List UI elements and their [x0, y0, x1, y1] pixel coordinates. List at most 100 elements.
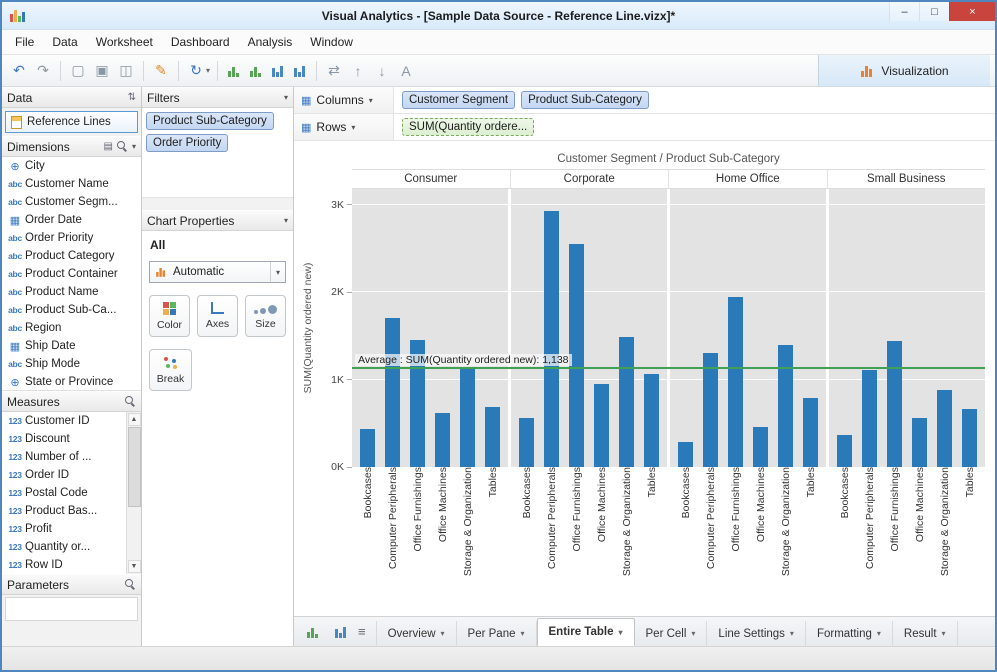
mini-barchart-icon-4[interactable]: [293, 64, 308, 77]
mini-barchart-icon-1[interactable]: [227, 64, 242, 77]
dimension-ship-mode[interactable]: abc Ship Mode: [2, 355, 141, 373]
rows-pill-sum-quantity-ordere[interactable]: SUM(Quantity ordere...: [402, 118, 535, 136]
mini-barchart-icon-2[interactable]: [249, 64, 264, 77]
measures-scrollbar[interactable]: ▲ ▼: [126, 412, 141, 574]
measure-customer-id[interactable]: 123 Customer ID: [2, 412, 126, 430]
filter-pill-order-priority[interactable]: Order Priority: [146, 134, 229, 152]
measure-profit[interactable]: 123 Profit: [2, 520, 126, 538]
format-icon[interactable]: ✎: [150, 60, 172, 82]
dimension-customer-name[interactable]: abc Customer Name: [2, 175, 141, 193]
bar-small-business-office-machines[interactable]: [912, 418, 927, 467]
dimension-state-or-province[interactable]: ⊕ State or Province: [2, 373, 141, 390]
filter-pill-product-sub-category[interactable]: Product Sub-Category: [146, 112, 274, 130]
measure-row-id[interactable]: 123 Row ID: [2, 556, 126, 574]
bar-small-business-office-furnishings[interactable]: [887, 341, 902, 467]
rows-shelf-header[interactable]: ▦ Rows ▾: [294, 114, 394, 140]
dimension-product-name[interactable]: abc Product Name: [2, 283, 141, 301]
save-icon[interactable]: ◫: [115, 60, 137, 82]
bar-home-office-computer-peripherals[interactable]: [703, 353, 718, 467]
redo-icon[interactable]: ↷: [32, 60, 54, 82]
measure-order-id[interactable]: 123 Order ID: [2, 466, 126, 484]
hierarchy-icon[interactable]: ▤: [104, 141, 113, 152]
scroll-up-icon[interactable]: ▲: [127, 413, 141, 426]
search-icon[interactable]: [125, 579, 136, 590]
dimension-order-date[interactable]: ▦ Order Date: [2, 211, 141, 229]
chevron-down-icon[interactable]: ▾: [284, 93, 288, 102]
menu-item-worksheet[interactable]: Worksheet: [87, 32, 162, 52]
open-icon[interactable]: ▣: [91, 60, 113, 82]
datasource-item[interactable]: Reference Lines: [5, 111, 138, 133]
tab-overview[interactable]: Overview ▾: [375, 621, 457, 646]
menu-item-dashboard[interactable]: Dashboard: [162, 32, 239, 52]
tab-per-cell[interactable]: Per Cell ▾: [635, 621, 708, 646]
measure-quantity-or[interactable]: 123 Quantity or...: [2, 538, 126, 556]
dimension-product-sub-ca[interactable]: abc Product Sub-Ca...: [2, 301, 141, 319]
reference-line[interactable]: [352, 366, 985, 369]
bar-home-office-tables[interactable]: [803, 397, 818, 467]
bar-small-business-storage-organization[interactable]: [937, 390, 952, 467]
chevron-down-icon[interactable]: ▾: [284, 216, 288, 225]
bar-home-office-office-furnishings[interactable]: [728, 297, 743, 467]
list-view-icon[interactable]: ≡: [358, 624, 366, 639]
menu-item-file[interactable]: File: [6, 32, 43, 52]
label-icon[interactable]: A: [395, 60, 417, 82]
updown-icon[interactable]: ⇅: [128, 92, 136, 103]
bar-corporate-storage-organization[interactable]: [619, 336, 634, 467]
swap-axes-icon[interactable]: ⇄: [323, 60, 345, 82]
refresh-icon[interactable]: ↻: [185, 60, 207, 82]
dimension-product-category[interactable]: abc Product Category: [2, 247, 141, 265]
maximize-button[interactable]: □: [919, 2, 949, 21]
bar-corporate-tables[interactable]: [644, 374, 659, 467]
tab-per-pane[interactable]: Per Pane ▾: [457, 621, 537, 646]
bar-small-business-bookcases[interactable]: [837, 434, 852, 467]
bar-consumer-tables[interactable]: [485, 406, 500, 467]
refresh-dropdown-icon[interactable]: ▾: [206, 66, 210, 75]
close-button[interactable]: ×: [949, 2, 995, 21]
chart-type-select[interactable]: Automatic ▾: [149, 261, 286, 283]
bar-small-business-tables[interactable]: [962, 409, 977, 467]
bar-home-office-storage-organization[interactable]: [778, 344, 793, 467]
bar-consumer-computer-peripherals[interactable]: [385, 318, 400, 467]
dimension-order-priority[interactable]: abc Order Priority: [2, 229, 141, 247]
new-worksheet-icon[interactable]: ▢: [67, 60, 89, 82]
scroll-down-icon[interactable]: ▼: [127, 560, 141, 573]
columns-shelf-header[interactable]: ▦ Columns ▾: [294, 87, 394, 113]
tab-result[interactable]: Result ▾: [893, 621, 958, 646]
columns-pill-product-sub-category[interactable]: Product Sub-Category: [521, 91, 649, 109]
new-view-icon[interactable]: [306, 625, 320, 638]
visualization-toggle[interactable]: Visualization: [818, 55, 990, 86]
measure-number-of[interactable]: 123 Number of ...: [2, 448, 126, 466]
dimension-customer-segm[interactable]: abc Customer Segm...: [2, 193, 141, 211]
dimension-product-container[interactable]: abc Product Container: [2, 265, 141, 283]
bar-corporate-computer-peripherals[interactable]: [544, 210, 559, 467]
tab-formatting[interactable]: Formatting ▾: [806, 621, 893, 646]
bar-corporate-bookcases[interactable]: [519, 418, 534, 467]
sort-descending-icon[interactable]: ↓: [371, 60, 393, 82]
bar-consumer-storage-organization[interactable]: [460, 368, 475, 467]
minimize-button[interactable]: –: [889, 2, 919, 21]
undo-icon[interactable]: ↶: [8, 60, 30, 82]
bar-corporate-office-machines[interactable]: [594, 383, 609, 467]
measure-postal-code[interactable]: 123 Postal Code: [2, 484, 126, 502]
measure-product-bas[interactable]: 123 Product Bas...: [2, 502, 126, 520]
scrollbar-thumb[interactable]: [127, 427, 141, 507]
bar-consumer-bookcases[interactable]: [360, 429, 375, 467]
color-button[interactable]: Color: [149, 295, 190, 337]
columns-pill-customer-segment[interactable]: Customer Segment: [402, 91, 516, 109]
search-icon[interactable]: [116, 141, 128, 152]
measure-discount[interactable]: 123 Discount: [2, 430, 126, 448]
bar-small-business-computer-peripherals[interactable]: [862, 369, 877, 467]
menu-item-window[interactable]: Window: [301, 32, 362, 52]
mini-barchart-icon-3[interactable]: [271, 64, 286, 77]
tab-line-settings[interactable]: Line Settings ▾: [707, 621, 806, 646]
bar-home-office-office-machines[interactable]: [753, 426, 768, 467]
duplicate-view-icon[interactable]: [334, 625, 348, 638]
size-button[interactable]: Size: [245, 295, 286, 337]
dimension-city[interactable]: ⊕ City: [2, 157, 141, 175]
dimension-ship-date[interactable]: ▦ Ship Date: [2, 337, 141, 355]
chevron-down-icon[interactable]: ▾: [132, 142, 136, 151]
bar-home-office-bookcases[interactable]: [678, 441, 693, 467]
search-icon[interactable]: [125, 396, 136, 407]
tab-entire-table[interactable]: Entire Table ▾: [536, 618, 635, 646]
dimension-region[interactable]: abc Region: [2, 319, 141, 337]
